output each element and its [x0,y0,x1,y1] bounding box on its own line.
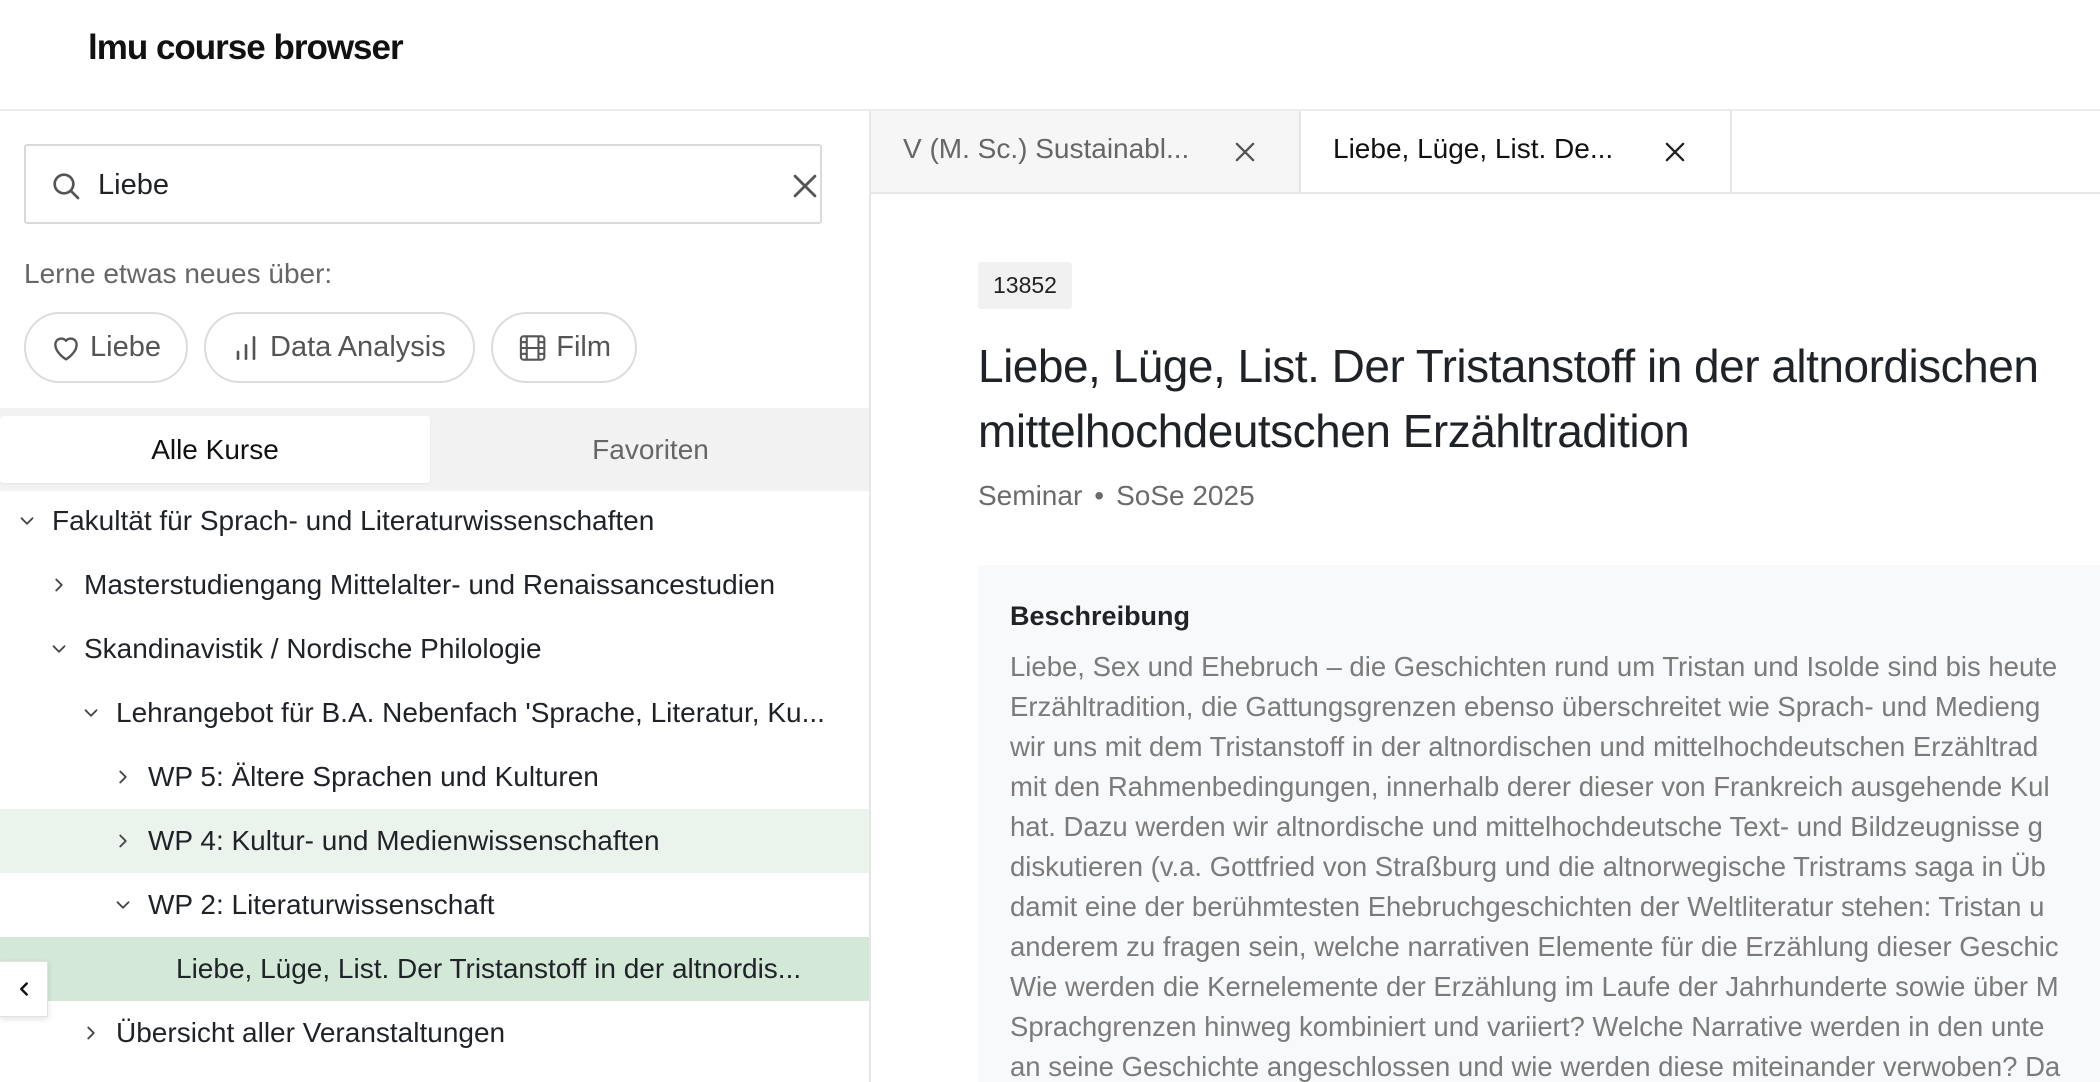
tree-item-label: WP 2: Literaturwissenschaft [148,889,495,920]
description-line: diskutieren (v.a. Gottfried von Straßbur… [1010,851,2046,882]
tree-item-label: Skandinavistik / Nordische Philologie [84,633,542,664]
chip-data-analysis[interactable]: Data Analysis [204,312,475,383]
course-filter-tabs: Alle Kurse Favoriten [0,408,869,491]
chevron-down-icon [116,901,130,909]
app-title[interactable]: lmu course browser [88,28,404,68]
tree-item-label: WP 5: Ältere Sprachen und Kulturen [148,761,599,792]
tree-item-masterstudiengang[interactable]: Masterstudiengang Mittelalter- und Renai… [0,553,869,617]
course-type: Seminar [978,480,1083,511]
tab-favorites[interactable]: Favoriten [430,416,869,483]
tree-item-label: Liebe, Lüge, List. Der Tristanstoff in d… [176,953,802,984]
chip-label: Data Analysis [270,331,446,363]
clear-search-icon[interactable] [788,169,822,203]
chevron-left-icon [19,982,28,996]
tab-course-sustainability[interactable]: V (M. Sc.) Sustainabl... [871,111,1301,192]
suggestions-label: Lerne etwas neues über: [24,258,333,289]
bar-chart-icon [236,335,256,360]
close-icon[interactable] [1231,138,1259,166]
tree-item-selected-course[interactable]: Liebe, Lüge, List. Der Tristanstoff in d… [0,937,869,1001]
chevron-right-icon [55,578,63,592]
course-detail: 13852 Liebe, Lüge, List. Der Tristanstof… [871,194,2100,1082]
sidebar: Lerne etwas neues über: Liebe Data Analy… [0,111,871,1082]
chip-label: Film [556,331,611,363]
search-input[interactable] [98,160,738,210]
course-title-line-1: Liebe, Lüge, List. Der Tristanstoff in d… [978,340,2039,392]
app-window: lmu course browser Lerne etwas neues übe… [0,0,2100,1082]
tree-item-lehrangebot[interactable]: Lehrangebot für B.A. Nebenfach 'Sprache,… [0,681,869,745]
chip-liebe[interactable]: Liebe [24,312,188,383]
chevron-right-icon [87,1026,95,1040]
tree-item-label: WP 4: Kultur- und Medienwissenschaften [148,825,660,856]
tree-item-wp4[interactable]: WP 4: Kultur- und Medienwissenschaften [0,809,869,873]
description-line: wir uns mit dem Tristanstoff in der altn… [1010,731,2039,762]
chevron-right-icon [119,770,127,784]
description-line: Sprachgrenzen hinweg kombiniert und vari… [1010,1011,2045,1042]
tab-label: Liebe, Lüge, List. De... [1333,133,1614,164]
tree-item-wp2[interactable]: WP 2: Literaturwissenschaft [0,873,869,937]
chip-label: Liebe [90,331,161,363]
tab-label: V (M. Sc.) Sustainabl... [903,133,1190,164]
tree-item-label: Masterstudiengang Mittelalter- und Renai… [84,569,776,600]
tab-course-liebe[interactable]: Liebe, Lüge, List. De... [1301,111,1732,192]
tree-item-uebersicht[interactable]: Übersicht aller Veranstaltungen [0,1001,869,1065]
description-line: mit den Rahmenbedingungen, innerhalb der… [1010,771,2050,802]
heart-icon [54,336,78,361]
chevron-down-icon [52,645,66,653]
tree-item-faculty[interactable]: Fakultät für Sprach- und Literaturwissen… [0,489,869,553]
description-line: Wie werden die Kernelemente der Erzählun… [1010,971,2059,1002]
collapse-sidebar-button[interactable] [0,961,48,1017]
top-header: lmu course browser [0,0,2100,111]
film-icon [519,334,546,361]
chevron-down-icon [84,709,98,717]
tree-item-label: Fakultät für Sprach- und Literaturwissen… [52,505,655,536]
chip-film[interactable]: Film [491,312,637,383]
tree-item-label: Übersicht aller Veranstaltungen [116,1017,506,1048]
description-line: damit eine der berühmtesten Ehebruchgesc… [1010,891,2045,922]
course-meta: Seminar • SoSe 2025 [978,480,1255,512]
tree-item-wp5[interactable]: WP 5: Ältere Sprachen und Kulturen [0,745,869,809]
description-line: anderem zu fragen sein, welche narrative… [1010,931,2059,962]
tree-item-label: Lehrangebot für B.A. Nebenfach 'Sprache,… [116,697,825,728]
course-tab-bar: V (M. Sc.) Sustainabl... Liebe, Lüge, Li… [871,111,2100,194]
description-card: Beschreibung Liebe, Sex und Ehebruch – d… [978,565,2100,1082]
course-term: SoSe 2025 [1116,480,1255,511]
description-line: Erzähltradition, die Gattungsgrenzen ebe… [1010,691,2041,722]
description-line: an seine Geschichte angeschlossen und wi… [1010,1051,2061,1082]
description-heading: Beschreibung [1010,601,1191,631]
search-box [24,144,822,224]
description-line: Liebe, Sex und Ehebruch – die Geschichte… [1010,651,2058,682]
chevron-down-icon [20,517,34,525]
description-line: hat. Dazu werden wir altnordische und mi… [1010,811,2043,842]
meta-separator: • [1094,480,1105,511]
tab-all-courses[interactable]: Alle Kurse [0,416,430,483]
close-icon[interactable] [1661,138,1689,166]
tree-item-skandinavistik[interactable]: Skandinavistik / Nordische Philologie [0,617,869,681]
chevron-right-icon [119,834,127,848]
course-id-badge: 13852 [978,262,1072,309]
course-title: Liebe, Lüge, List. Der Tristanstoff in d… [978,334,2100,464]
course-title-line-2: mittelhochdeutschen Erzähltradition [978,405,1690,457]
search-icon [53,173,80,200]
